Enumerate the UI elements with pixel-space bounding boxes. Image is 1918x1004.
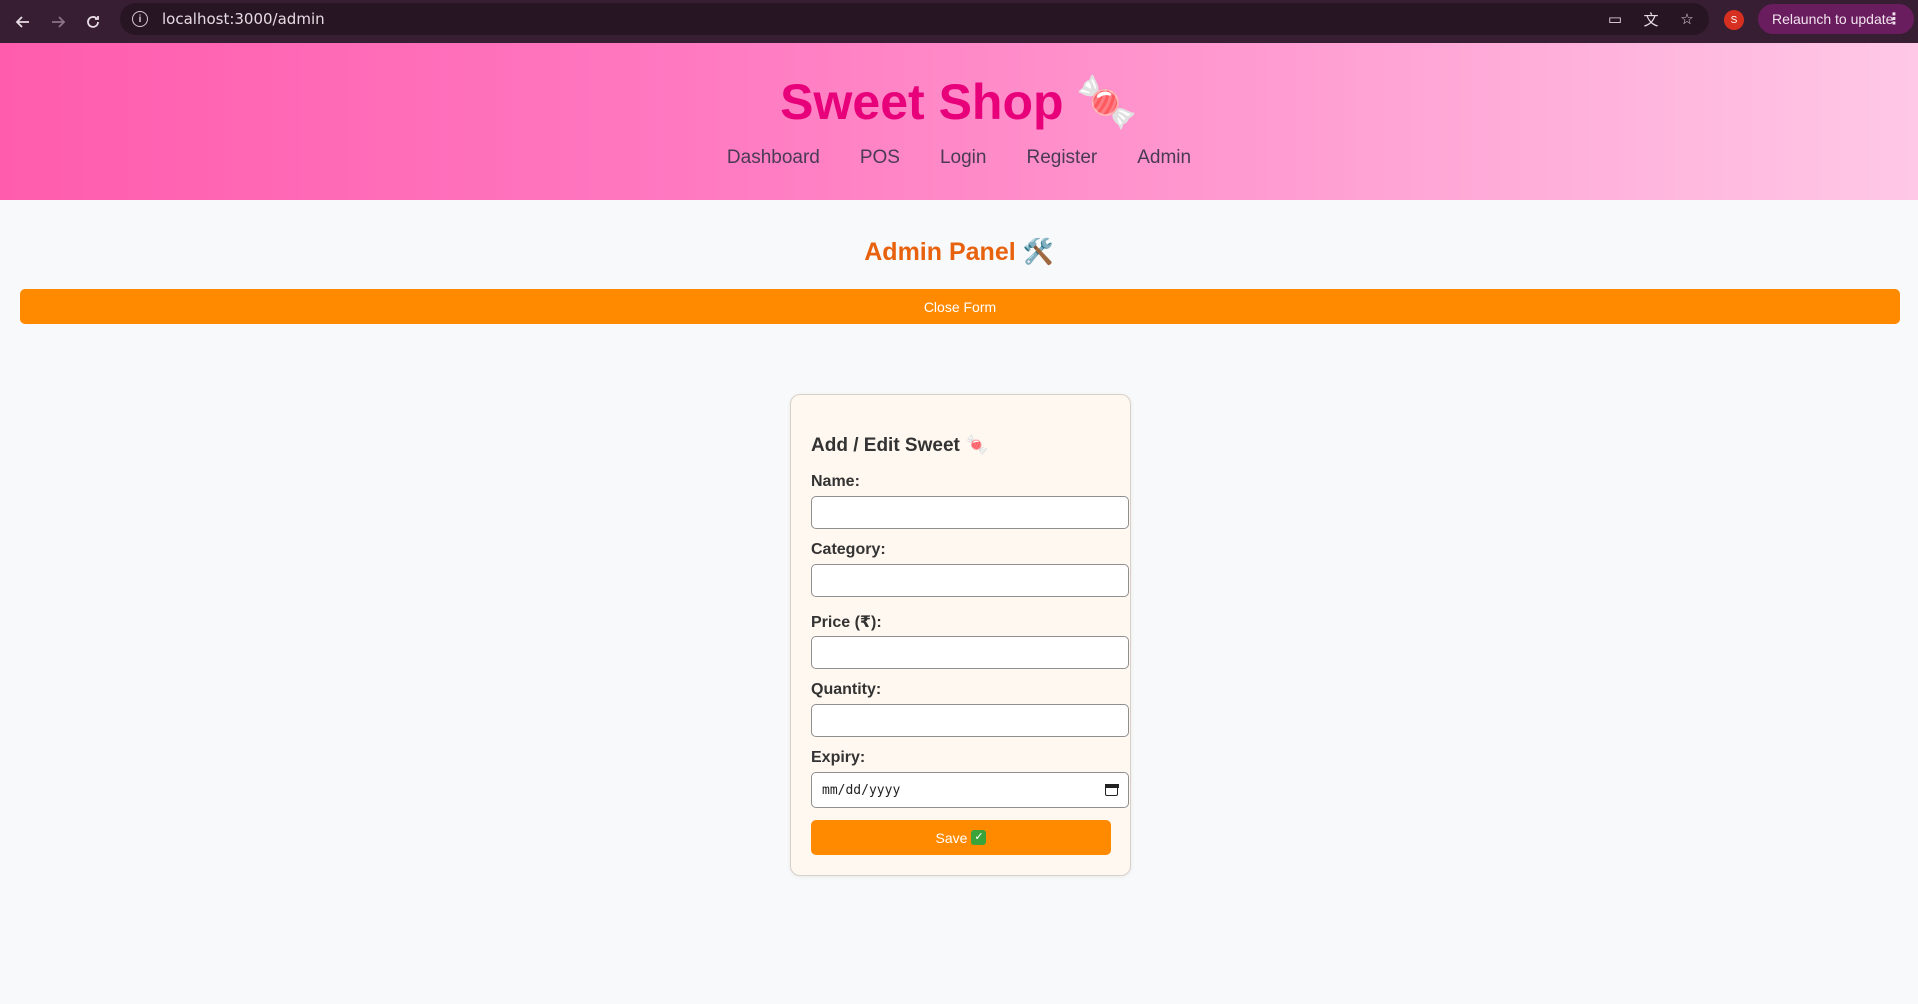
expiry-date-input[interactable]: mm/dd/yyyy [811, 772, 1129, 808]
save-button[interactable]: Save ✓ [811, 820, 1111, 855]
save-label: Save [935, 829, 968, 846]
back-icon[interactable] [5, 3, 40, 41]
quantity-input[interactable] [811, 704, 1129, 737]
page-title: Admin Panel 🛠️ [864, 238, 1054, 266]
brand-title: Sweet Shop 🍬 [0, 73, 1918, 132]
nav-pos[interactable]: POS [860, 147, 900, 169]
category-label: Category: [811, 541, 886, 558]
main-nav: Dashboard POS Login Register Admin [0, 147, 1918, 169]
nav-admin[interactable]: Admin [1137, 147, 1191, 169]
name-input[interactable] [811, 496, 1129, 529]
price-input[interactable] [811, 636, 1129, 669]
nav-dashboard[interactable]: Dashboard [727, 147, 820, 169]
site-header: Sweet Shop 🍬 Dashboard POS Login Register… [0, 43, 1918, 200]
close-form-button[interactable]: Close Form [20, 289, 1900, 324]
price-label: Price (₹): [811, 614, 882, 631]
quantity-label: Quantity: [811, 681, 882, 698]
check-icon: ✓ [971, 830, 987, 845]
name-label: Name: [811, 473, 860, 490]
expiry-label: Expiry: [811, 749, 866, 766]
expiry-placeholder: mm/dd/yyyy [822, 782, 901, 798]
relaunch-label: Relaunch to update [1772, 11, 1894, 27]
bookmark-star-icon[interactable]: ☆ [1677, 9, 1697, 29]
nav-register[interactable]: Register [1026, 147, 1097, 169]
reload-icon[interactable] [75, 3, 110, 41]
nav-login[interactable]: Login [940, 147, 987, 169]
calendar-icon[interactable] [1104, 783, 1119, 796]
browser-toolbar: i localhost:3000/admin ▭ 文 ☆ S Relaunch … [0, 0, 1918, 43]
form-heading: Add / Edit Sweet 🍬 [811, 435, 989, 456]
address-bar[interactable]: i localhost:3000/admin ▭ 文 ☆ [120, 3, 1709, 35]
more-menu-icon[interactable]: ⋮ [1886, 9, 1902, 29]
forward-icon[interactable] [40, 3, 75, 41]
install-app-icon[interactable]: ▭ [1605, 9, 1625, 29]
sweet-form-card: Add / Edit Sweet 🍬 Name: Category: Price… [790, 394, 1131, 876]
category-input[interactable] [811, 564, 1129, 597]
brand-text: Sweet Shop [780, 74, 1064, 130]
translate-icon[interactable]: 文 [1641, 9, 1661, 29]
site-info-icon[interactable]: i [132, 11, 148, 27]
profile-avatar[interactable]: S [1724, 10, 1744, 30]
relaunch-button[interactable]: Relaunch to update ⋮ [1758, 4, 1914, 34]
candy-icon: 🍬 [1075, 74, 1138, 130]
url-text[interactable]: localhost:3000/admin [162, 10, 325, 28]
